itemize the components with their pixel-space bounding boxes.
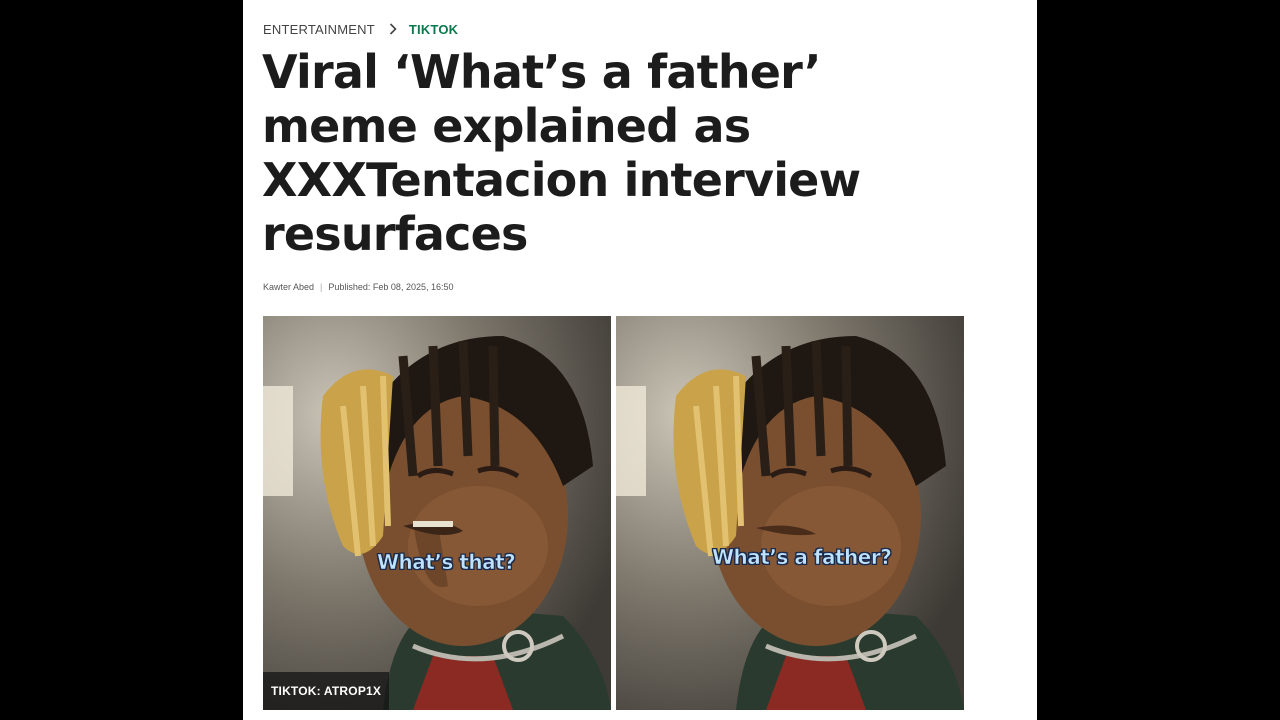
article-title: Viral ‘What’s a father’ meme explained a… — [262, 45, 861, 261]
chevron-right-icon — [389, 23, 397, 35]
meta-divider: | — [320, 282, 323, 292]
breadcrumb-tiktok-link[interactable]: TIKTOK — [409, 22, 458, 37]
author-link[interactable]: Kawter Abed — [263, 282, 314, 292]
portrait-illustration-right — [616, 316, 964, 710]
breadcrumb: ENTERTAINMENT TIKTOK — [263, 20, 458, 38]
breadcrumb-entertainment-link[interactable]: ENTERTAINMENT — [263, 22, 375, 37]
portrait-illustration-left — [263, 316, 611, 710]
meme-frame-right: What’s a father? — [616, 316, 964, 710]
meme-caption-left: What’s that? — [377, 550, 516, 575]
meme-caption-right: What’s a father? — [712, 545, 892, 570]
article-meta: Kawter Abed | Published: Feb 08, 2025, 1… — [263, 282, 454, 292]
article-page: ENTERTAINMENT TIKTOK Viral ‘What’s a fat… — [243, 0, 1037, 720]
meme-frame-left: What’s that? TIKTOK: ATROP1X — [263, 316, 611, 710]
article-hero-image[interactable]: What’s that? TIKTOK: ATROP1X What’s a fa… — [263, 316, 964, 710]
publish-date: Published: Feb 08, 2025, 16:50 — [328, 282, 454, 292]
image-credit: TIKTOK: ATROP1X — [263, 672, 390, 710]
